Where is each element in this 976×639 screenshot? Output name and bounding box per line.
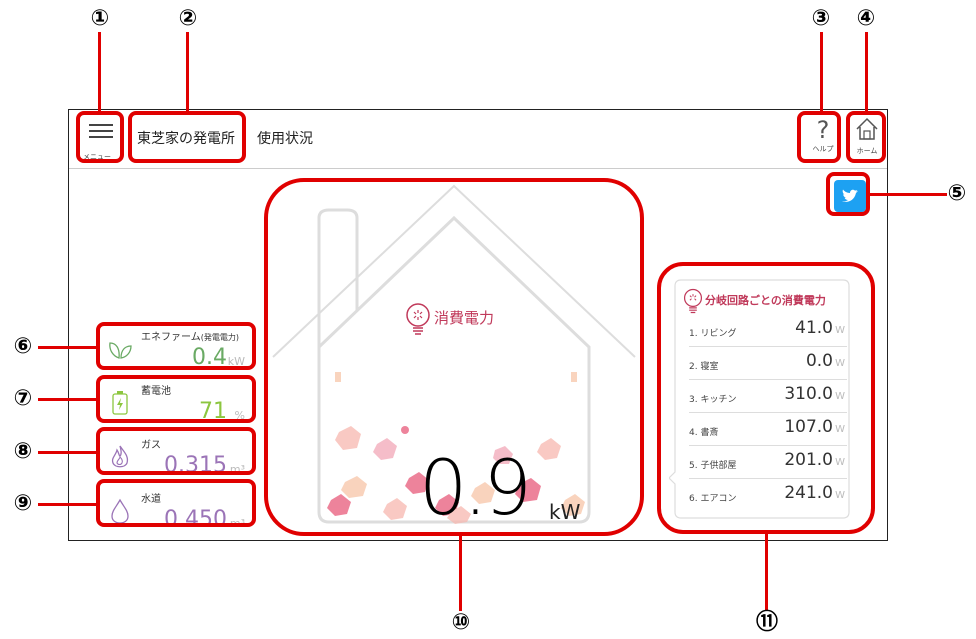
callout-line-6 [38,346,98,349]
callout-line-8 [38,451,98,454]
callout-line-4 [865,32,868,112]
callout-number-2: ② [178,6,198,31]
callout-box-10 [264,178,644,536]
callout-number-5: ⑤ [947,181,967,206]
callout-line-7 [38,398,98,401]
callout-line-11 [765,533,768,611]
callout-number-11: ⑪ [755,610,778,635]
callout-line-5 [869,193,947,196]
callout-number-6: ⑥ [13,334,33,359]
callout-box-9 [96,479,256,527]
callout-line-3 [820,32,823,112]
callout-number-3: ③ [811,6,831,31]
callout-box-5 [826,172,870,216]
callout-line-1 [98,32,101,112]
callout-line-9 [38,503,98,506]
callout-number-10: ⑩ [451,610,471,635]
callout-box-2 [128,111,246,163]
callout-line-10 [459,535,462,611]
callout-box-6 [96,322,256,370]
callout-line-2 [186,32,189,112]
callout-number-9: ⑨ [13,491,33,516]
callout-box-11 [657,262,875,534]
callout-number-4: ④ [856,6,876,31]
callout-box-3 [797,111,841,163]
callout-number-1: ① [90,6,110,31]
callout-box-7 [96,375,256,423]
callout-number-7: ⑦ [13,386,33,411]
callout-box-1 [76,111,124,163]
callout-box-8 [96,427,256,475]
page-title: 使用状況 [257,131,313,147]
callout-number-8: ⑧ [13,439,33,464]
callout-box-4 [846,111,886,163]
